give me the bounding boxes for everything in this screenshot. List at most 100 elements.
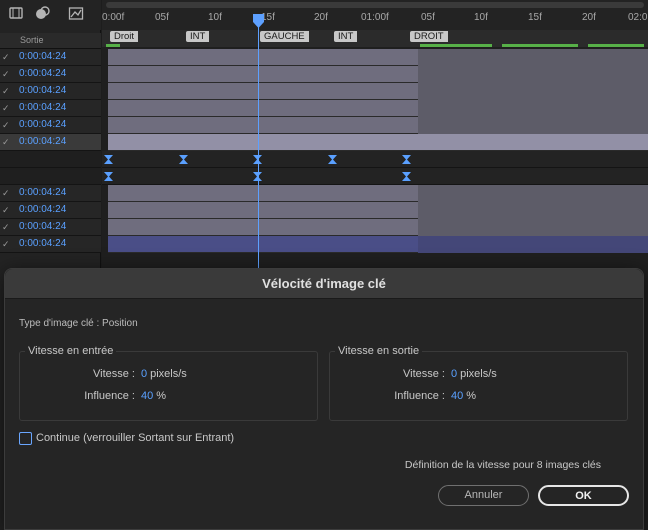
column-header-sortie[interactable]: Sortie xyxy=(0,33,101,49)
playhead-icon[interactable] xyxy=(253,14,264,28)
layer-bar[interactable] xyxy=(108,117,648,134)
continuous-label[interactable]: Continue (verrouiller Sortant sur Entran… xyxy=(36,432,234,444)
layer-row[interactable]: ✓ 0:00:04:24 xyxy=(0,219,101,236)
ruler-label: 10f xyxy=(208,12,222,23)
out-point-value[interactable]: 0:00:04:24 xyxy=(19,238,66,249)
ruler-label: 20f xyxy=(582,12,596,23)
layer-row[interactable]: ✓ 0:00:04:24 xyxy=(0,100,101,117)
out-point-value[interactable]: 0:00:04:24 xyxy=(19,221,66,232)
layer-bar[interactable] xyxy=(108,219,648,236)
marker-droit[interactable]: Droit xyxy=(110,31,139,42)
layer-bar-tail xyxy=(418,100,648,117)
out-point-value[interactable]: 0:00:04:24 xyxy=(19,102,66,113)
layer-bar[interactable] xyxy=(108,100,648,117)
layer-row[interactable]: ✓ 0:00:04:24 xyxy=(0,49,101,66)
ruler-label: 15f xyxy=(528,12,542,23)
checkmark-icon: ✓ xyxy=(2,188,10,198)
keyframe-type-label: Type d'image clé : Position xyxy=(19,318,138,329)
ruler-label: 10f xyxy=(474,12,488,23)
keyframe-row[interactable] xyxy=(102,168,648,185)
marker-duration xyxy=(420,44,492,47)
out-point-value[interactable]: 0:00:04:24 xyxy=(19,51,66,62)
out-point-value[interactable]: 0:00:04:24 xyxy=(19,204,66,215)
out-point-value[interactable]: 0:00:04:24 xyxy=(19,119,66,130)
layer-bar[interactable] xyxy=(108,202,648,219)
keyframe-icon[interactable] xyxy=(179,155,188,164)
property-row xyxy=(0,151,101,168)
layer-bar[interactable] xyxy=(108,185,648,202)
influence-unit: % xyxy=(466,390,477,402)
marker-droit[interactable]: DROIT xyxy=(410,31,448,42)
cancel-button[interactable]: Annuler xyxy=(438,485,529,506)
checkmark-icon: ✓ xyxy=(2,205,10,215)
layer-bar[interactable] xyxy=(108,83,648,100)
column-header-label: Sortie xyxy=(20,35,44,45)
checkmark-icon: ✓ xyxy=(2,86,10,96)
influence-unit: % xyxy=(156,390,167,402)
layer-bar-adjustment[interactable] xyxy=(108,236,648,253)
outgoing-speed-row: Vitesse : 0 pixels/s xyxy=(329,368,497,380)
layer-row-selected[interactable]: ✓ 0:00:04:24 xyxy=(0,134,101,151)
speed-label: Vitesse : xyxy=(93,368,135,380)
layer-row[interactable]: ✓ 0:00:04:24 xyxy=(0,66,101,83)
influence-label: Influence : xyxy=(394,390,445,402)
mask-icon[interactable] xyxy=(34,5,50,21)
incoming-speed-value[interactable]: 0 xyxy=(141,368,147,380)
velocity-summary: Définition de la vitesse pour 8 images c… xyxy=(404,459,601,471)
out-point-value[interactable]: 0:00:04:24 xyxy=(19,136,66,147)
layer-bar-tail xyxy=(418,49,648,66)
marker-int[interactable]: INT xyxy=(334,31,358,42)
outgoing-speed-value[interactable]: 0 xyxy=(451,368,457,380)
keyframe-icon[interactable] xyxy=(328,155,337,164)
outgoing-influence-value[interactable]: 40 xyxy=(451,390,463,402)
layer-row[interactable]: ✓ 0:00:04:24 xyxy=(0,202,101,219)
speed-unit: pixels/s xyxy=(150,368,187,380)
outgoing-velocity-group xyxy=(329,351,628,421)
checkmark-icon: ✓ xyxy=(2,222,10,232)
outgoing-influence-row: Influence : 40% xyxy=(329,390,476,402)
continuous-checkbox[interactable] xyxy=(19,432,32,445)
out-point-value[interactable]: 0:00:04:24 xyxy=(19,85,66,96)
ok-button[interactable]: OK xyxy=(538,485,629,506)
checkmark-icon: ✓ xyxy=(2,137,10,147)
keyframe-icon[interactable] xyxy=(104,155,113,164)
time-ruler[interactable]: 0:00f 05f 10f 15f 20f 01:00f 05f 10f 15f… xyxy=(102,0,648,30)
marker-int[interactable]: INT xyxy=(186,31,210,42)
out-point-value[interactable]: 0:00:04:24 xyxy=(19,68,66,79)
checkmark-icon: ✓ xyxy=(2,52,10,62)
layer-bar[interactable] xyxy=(108,49,648,66)
incoming-influence-value[interactable]: 40 xyxy=(141,390,153,402)
dialog-title: Vélocité d'image clé xyxy=(5,269,643,299)
keyframe-icon[interactable] xyxy=(104,172,113,181)
layer-bar-tail xyxy=(418,83,648,100)
layer-bar[interactable] xyxy=(108,66,648,83)
ruler-label: 01:00f xyxy=(361,12,389,23)
incoming-speed-row: Vitesse : 0 pixels/s xyxy=(19,368,187,380)
marker-gauche[interactable]: GAUCHE xyxy=(260,31,309,42)
composition-icon[interactable] xyxy=(8,5,24,21)
incoming-velocity-title: Vitesse en entrée xyxy=(25,345,117,357)
ruler-label: 05f xyxy=(421,12,435,23)
layer-bar-tail xyxy=(418,219,648,236)
incoming-influence-row: Influence : 40% xyxy=(19,390,166,402)
outgoing-velocity-title: Vitesse en sortie xyxy=(335,345,423,357)
speed-label: Vitesse : xyxy=(403,368,445,380)
out-point-value[interactable]: 0:00:04:24 xyxy=(19,187,66,198)
keyframe-velocity-dialog: Vélocité d'image clé Type d'image clé : … xyxy=(4,268,644,530)
keyframe-icon[interactable] xyxy=(402,172,411,181)
layer-row[interactable]: ✓ 0:00:04:24 xyxy=(0,236,101,253)
property-row xyxy=(0,168,101,185)
layer-row[interactable]: ✓ 0:00:04:24 xyxy=(0,117,101,134)
checkmark-icon: ✓ xyxy=(2,120,10,130)
panel-toolbar xyxy=(0,0,101,30)
keyframe-icon[interactable] xyxy=(402,155,411,164)
marker-track[interactable]: Droit INT GAUCHE INT DROIT xyxy=(102,30,648,47)
marker-duration xyxy=(106,44,120,47)
layer-row[interactable]: ✓ 0:00:04:24 xyxy=(0,83,101,100)
keyframe-row[interactable] xyxy=(102,151,648,168)
work-area-bar[interactable] xyxy=(106,2,644,8)
graph-editor-icon[interactable] xyxy=(68,5,84,21)
influence-label: Influence : xyxy=(84,390,135,402)
layer-row[interactable]: ✓ 0:00:04:24 xyxy=(0,185,101,202)
layer-bar-selected[interactable] xyxy=(108,134,648,151)
